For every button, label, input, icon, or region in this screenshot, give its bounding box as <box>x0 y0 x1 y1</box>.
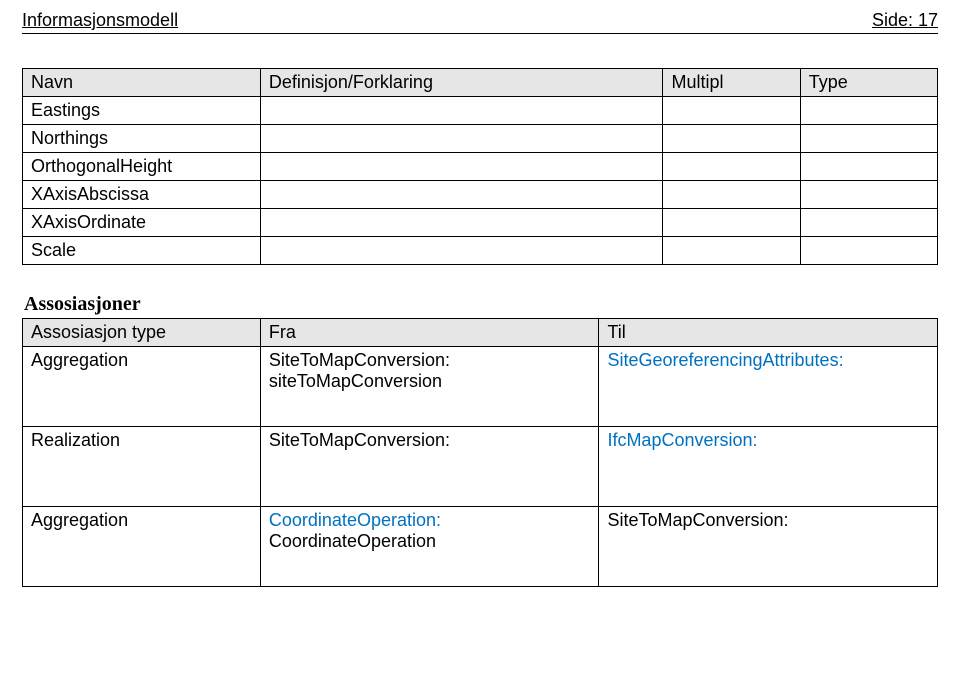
cell-navn: Scale <box>23 237 261 265</box>
cell-type <box>800 237 937 265</box>
cell-multipl <box>663 125 800 153</box>
cell-til: SiteGeoreferencingAttributes: <box>599 347 938 427</box>
cell-assoc-type: Aggregation <box>23 347 261 427</box>
cell-def <box>260 237 663 265</box>
assoc-row: Aggregation CoordinateOperation: Coordin… <box>23 507 938 587</box>
cell-multipl <box>663 209 800 237</box>
assoc-row: Aggregation SiteToMapConversion: siteToM… <box>23 347 938 427</box>
cell-type <box>800 181 937 209</box>
cell-navn: Eastings <box>23 97 261 125</box>
til-text: SiteToMapConversion: <box>607 510 788 530</box>
cell-multipl <box>663 153 800 181</box>
cell-def <box>260 181 663 209</box>
fra-link[interactable]: CoordinateOperation: <box>269 510 441 530</box>
table-row: OrthogonalHeight <box>23 153 938 181</box>
til-link[interactable]: IfcMapConversion: <box>607 430 757 450</box>
cell-def <box>260 209 663 237</box>
assosiasjoner-title: Assosiasjoner <box>24 293 938 316</box>
cell-til: SiteToMapConversion: <box>599 507 938 587</box>
cell-fra: SiteToMapConversion: <box>260 427 599 507</box>
cell-def <box>260 125 663 153</box>
table-header-row: Navn Definisjon/Forklaring Multipl Type <box>23 69 938 97</box>
table-row: XAxisOrdinate <box>23 209 938 237</box>
table-row: Eastings <box>23 97 938 125</box>
attributes-table: Navn Definisjon/Forklaring Multipl Type … <box>22 68 938 265</box>
cell-multipl <box>663 237 800 265</box>
cell-navn: Northings <box>23 125 261 153</box>
fra-text: SiteToMapConversion: siteToMapConversion <box>269 350 450 391</box>
assoc-header-row: Assosiasjon type Fra Til <box>23 319 938 347</box>
cell-type <box>800 209 937 237</box>
cell-fra: SiteToMapConversion: siteToMapConversion <box>260 347 599 427</box>
table-row: Northings <box>23 125 938 153</box>
header-right: Side: 17 <box>872 10 938 31</box>
cell-def <box>260 153 663 181</box>
col-multipl: Multipl <box>663 69 800 97</box>
header-left: Informasjonsmodell <box>22 10 178 31</box>
col-type: Type <box>800 69 937 97</box>
table-row: XAxisAbscissa <box>23 181 938 209</box>
cell-type <box>800 153 937 181</box>
col-til: Til <box>599 319 938 347</box>
cell-multipl <box>663 97 800 125</box>
til-link[interactable]: SiteGeoreferencingAttributes: <box>607 350 843 370</box>
associations-table: Assosiasjon type Fra Til Aggregation Sit… <box>22 318 938 587</box>
fra-text: SiteToMapConversion: <box>269 430 450 450</box>
cell-assoc-type: Realization <box>23 427 261 507</box>
cell-navn: XAxisOrdinate <box>23 209 261 237</box>
col-navn: Navn <box>23 69 261 97</box>
cell-multipl <box>663 181 800 209</box>
cell-type <box>800 125 937 153</box>
cell-def <box>260 97 663 125</box>
fra-suffix: CoordinateOperation <box>269 531 436 551</box>
cell-assoc-type: Aggregation <box>23 507 261 587</box>
cell-til: IfcMapConversion: <box>599 427 938 507</box>
cell-navn: XAxisAbscissa <box>23 181 261 209</box>
assoc-row: Realization SiteToMapConversion: IfcMapC… <box>23 427 938 507</box>
table-row: Scale <box>23 237 938 265</box>
cell-type <box>800 97 937 125</box>
page-container: Informasjonsmodell Side: 17 Navn Definis… <box>0 0 960 607</box>
cell-fra: CoordinateOperation: CoordinateOperation <box>260 507 599 587</box>
col-def: Definisjon/Forklaring <box>260 69 663 97</box>
cell-navn: OrthogonalHeight <box>23 153 261 181</box>
page-header: Informasjonsmodell Side: 17 <box>22 10 938 34</box>
col-assoc-type: Assosiasjon type <box>23 319 261 347</box>
col-fra: Fra <box>260 319 599 347</box>
